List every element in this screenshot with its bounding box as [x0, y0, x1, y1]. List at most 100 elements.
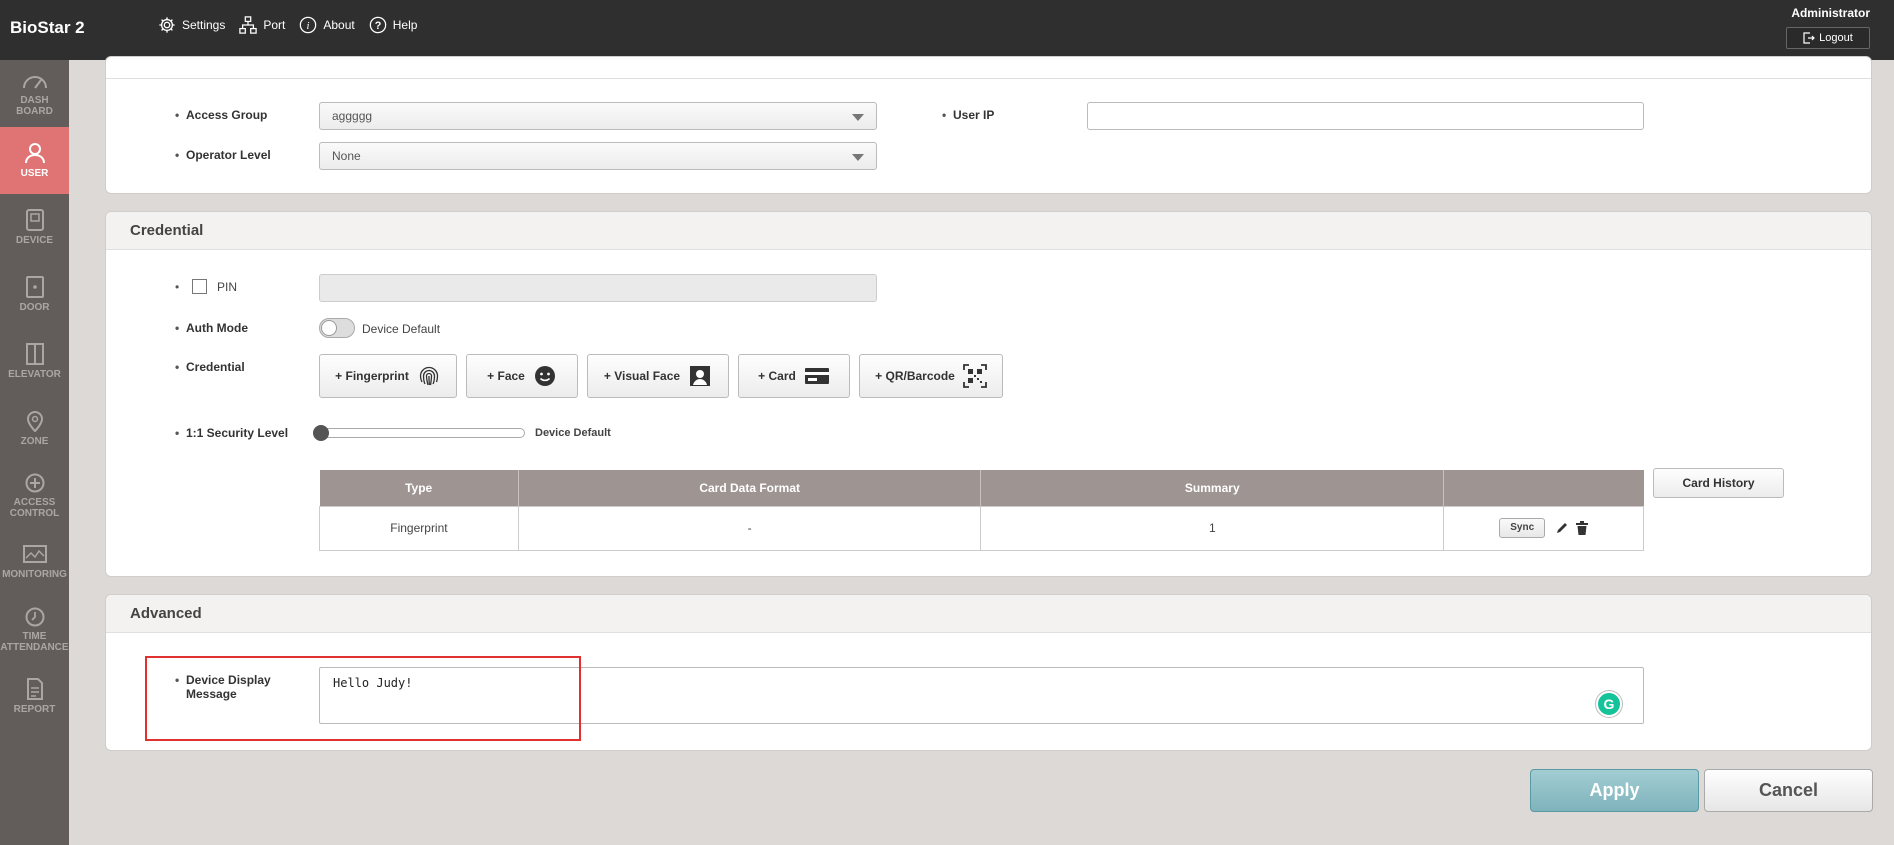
sidebar-item-label: TIME ATTENDANCE [0, 630, 69, 653]
svg-text:?: ? [374, 20, 381, 32]
card-history-label: Card History [1682, 476, 1755, 490]
credential-panel-title: Credential [106, 212, 1871, 250]
sidebar-item-elevator[interactable]: ELEVATOR [0, 328, 69, 395]
operator-level-select[interactable]: None [319, 142, 877, 170]
sidebar-item-monitoring[interactable]: MONITORING [0, 529, 69, 596]
about-label: About [323, 18, 355, 32]
sidebar-item-device[interactable]: DEVICE [0, 194, 69, 261]
column-header-card-data-format: Card Data Format [518, 470, 982, 506]
auth-mode-value: Device Default [362, 322, 441, 336]
cell-card-data-format: - [517, 505, 982, 551]
add-face-button[interactable]: + Face [466, 354, 578, 398]
cell-type: Fingerprint [319, 505, 519, 551]
sidebar-item-access-control[interactable]: ACCESS CONTROL [0, 462, 69, 529]
clock-icon [25, 607, 44, 626]
chevron-down-icon [852, 114, 864, 121]
sidebar-item-zone[interactable]: ZONE [0, 395, 69, 462]
access-group-label: Access Group [175, 108, 267, 122]
access-control-icon [25, 473, 44, 492]
table-header-row: Type Card Data Format Summary [319, 470, 1644, 506]
sidebar-item-label: MONITORING [2, 569, 67, 580]
operator-level-value: None [332, 149, 361, 163]
sidebar-item-report[interactable]: REPORT [0, 663, 69, 730]
top-bar: BioStar 2 Settings Port i About ? Help A… [0, 0, 1894, 60]
device-icon [25, 209, 44, 231]
sidebar-item-label: REPORT [13, 704, 56, 715]
card-history-button[interactable]: Card History [1653, 468, 1784, 498]
report-icon [26, 678, 43, 700]
add-card-button[interactable]: + Card [738, 354, 850, 398]
column-header-summary: Summary [980, 470, 1445, 506]
elevator-icon [25, 343, 44, 365]
about-link[interactable]: i About [299, 16, 355, 34]
cell-summary: 1 [980, 505, 1445, 551]
sidebar-item-time-attendance[interactable]: TIME ATTENDANCE [0, 596, 69, 663]
edit-icon[interactable] [1555, 521, 1569, 535]
trash-icon[interactable] [1575, 521, 1588, 535]
sidebar-item-label: ACCESS CONTROL [9, 496, 60, 519]
sidebar-item-label: ZONE [20, 436, 49, 447]
network-icon [239, 16, 258, 34]
security-level-slider-handle[interactable] [313, 425, 329, 441]
access-group-value: aggggg [332, 109, 373, 123]
add-visual-face-label: + Visual Face [603, 369, 681, 383]
help-label: Help [392, 18, 418, 32]
logout-icon [1803, 32, 1816, 44]
pin-input [319, 274, 877, 302]
column-header-actions [1443, 470, 1644, 506]
auth-mode-label: Auth Mode [175, 321, 248, 335]
svg-text:i: i [307, 20, 310, 32]
cancel-button[interactable]: Cancel [1704, 769, 1873, 812]
pin-checkbox[interactable] [192, 279, 207, 294]
pin-label: PIN [217, 280, 238, 294]
sidebar-item-label: DASH BOARD [16, 94, 53, 117]
apply-button[interactable]: Apply [1530, 769, 1699, 812]
security-level-value: Device Default [535, 427, 611, 439]
grammarly-icon[interactable]: G [1596, 691, 1622, 717]
table-row[interactable]: Fingerprint - 1 Sync [319, 505, 1644, 551]
visual-face-icon [690, 366, 711, 386]
sidebar-item-label: DEVICE [15, 235, 54, 246]
help-link[interactable]: ? Help [369, 16, 418, 34]
access-group-select[interactable]: aggggg [319, 102, 877, 130]
credential-table: Type Card Data Format Summary Fingerprin… [319, 470, 1644, 551]
add-qr-barcode-button[interactable]: + QR/Barcode [859, 354, 1003, 398]
user-ip-label: User IP [942, 108, 994, 122]
toggle-knob [321, 320, 337, 336]
settings-link[interactable]: Settings [158, 16, 225, 34]
zone-icon [26, 411, 43, 432]
add-qr-barcode-label: + QR/Barcode [875, 369, 955, 383]
add-face-label: + Face [487, 369, 525, 383]
sidebar-item-user[interactable]: USER [0, 127, 69, 194]
credential-label: Credential [175, 360, 245, 374]
bullet: • [175, 280, 180, 294]
sidebar-item-label: DOOR [19, 302, 50, 313]
face-icon [534, 366, 555, 386]
advanced-panel-title: Advanced [106, 595, 1871, 633]
logout-button[interactable]: Logout [1786, 27, 1870, 49]
monitoring-icon [22, 545, 47, 563]
top-nav: Settings Port i About ? Help [158, 16, 431, 34]
sync-button[interactable]: Sync [1499, 518, 1546, 538]
logout-label: Logout [1819, 32, 1853, 44]
port-link[interactable]: Port [239, 16, 285, 34]
security-level-label: 1:1 Security Level [175, 426, 288, 440]
add-fingerprint-button[interactable]: + Fingerprint [319, 354, 457, 398]
sidebar: DASH BOARD USER DEVICE DOOR ELEVATOR ZONE… [0, 60, 69, 845]
chevron-down-icon [852, 154, 864, 161]
security-level-slider[interactable] [315, 428, 525, 438]
auth-mode-toggle[interactable] [319, 318, 355, 338]
app-logo[interactable]: BioStar 2 [10, 18, 85, 38]
settings-label: Settings [182, 18, 226, 32]
highlight-box [145, 656, 581, 741]
add-fingerprint-label: + Fingerprint [335, 369, 409, 383]
help-icon: ? [369, 16, 387, 34]
user-ip-input[interactable] [1087, 102, 1644, 130]
port-label: Port [263, 18, 286, 32]
dashboard-icon [22, 75, 47, 89]
add-visual-face-button[interactable]: + Visual Face [587, 354, 729, 398]
door-icon [25, 276, 44, 298]
sidebar-item-door[interactable]: DOOR [0, 261, 69, 328]
sidebar-item-dashboard[interactable]: DASH BOARD [0, 60, 69, 127]
user-name: Administrator [1791, 6, 1870, 20]
